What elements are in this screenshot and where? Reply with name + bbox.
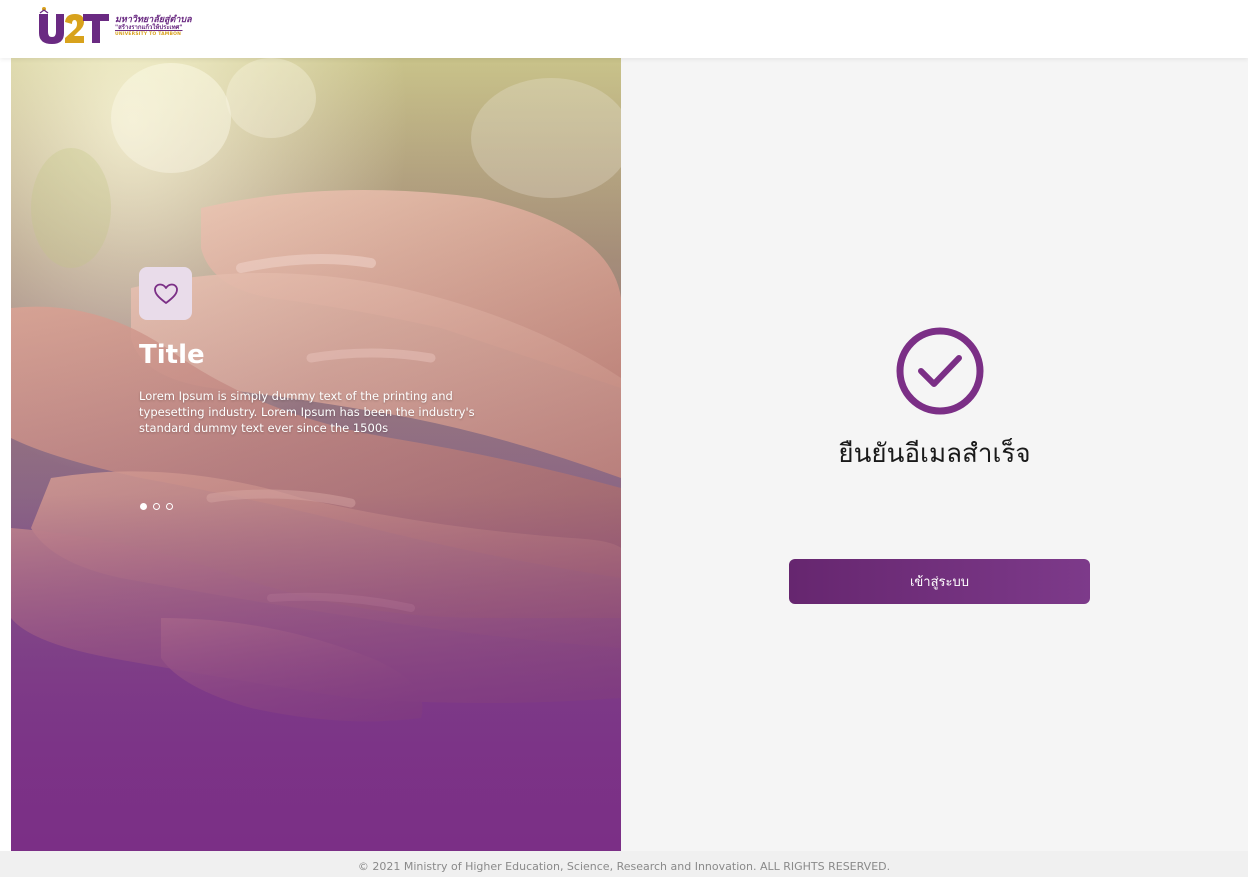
carousel-dot-1[interactable] [140, 503, 147, 510]
carousel-dot-2[interactable] [153, 503, 160, 510]
u2t-logo-mark [37, 6, 111, 46]
success-title: ยืนยันอีเมลสำเร็จ [838, 439, 1031, 469]
u2t-logo-text: มหาวิทยาลัยสู่ตำบล "สร้างรากแก้วให้ประเท… [115, 15, 192, 37]
logo-line-3: UNIVERSITY TO TAMBON [115, 32, 182, 38]
check-circle-icon [895, 326, 985, 416]
hero-caption: Title Lorem Ipsum is simply dummy text o… [139, 267, 489, 436]
footer: © 2021 Ministry of Higher Education, Sci… [0, 851, 1248, 877]
u2t-logo[interactable]: มหาวิทยาลัยสู่ตำบล "สร้างรากแก้วให้ประเท… [37, 6, 192, 46]
top-header: มหาวิทยาลัยสู่ตำบล "สร้างรากแก้วให้ประเท… [0, 0, 1248, 58]
hero-description: Lorem Ipsum is simply dummy text of the … [139, 389, 475, 435]
copyright-text: © 2021 Ministry of Higher Education, Sci… [357, 860, 891, 873]
login-button[interactable]: เข้าสู่ระบบ [789, 559, 1090, 604]
heart-icon-container [139, 267, 192, 320]
logo-line-2: "สร้างรากแก้วให้ประเทศ" [115, 24, 183, 32]
u2t-logo-icon [39, 7, 109, 44]
carousel-indicators [140, 503, 173, 510]
heart-icon [153, 283, 178, 304]
hero-panel: Title Lorem Ipsum is simply dummy text o… [11, 58, 621, 851]
hero-title: Title [139, 340, 205, 370]
hero-background-image [11, 58, 621, 851]
carousel-dot-3[interactable] [166, 503, 173, 510]
confirmation-panel: ยืนยันอีเมลสำเร็จ เข้าสู่ระบบ [621, 58, 1248, 851]
